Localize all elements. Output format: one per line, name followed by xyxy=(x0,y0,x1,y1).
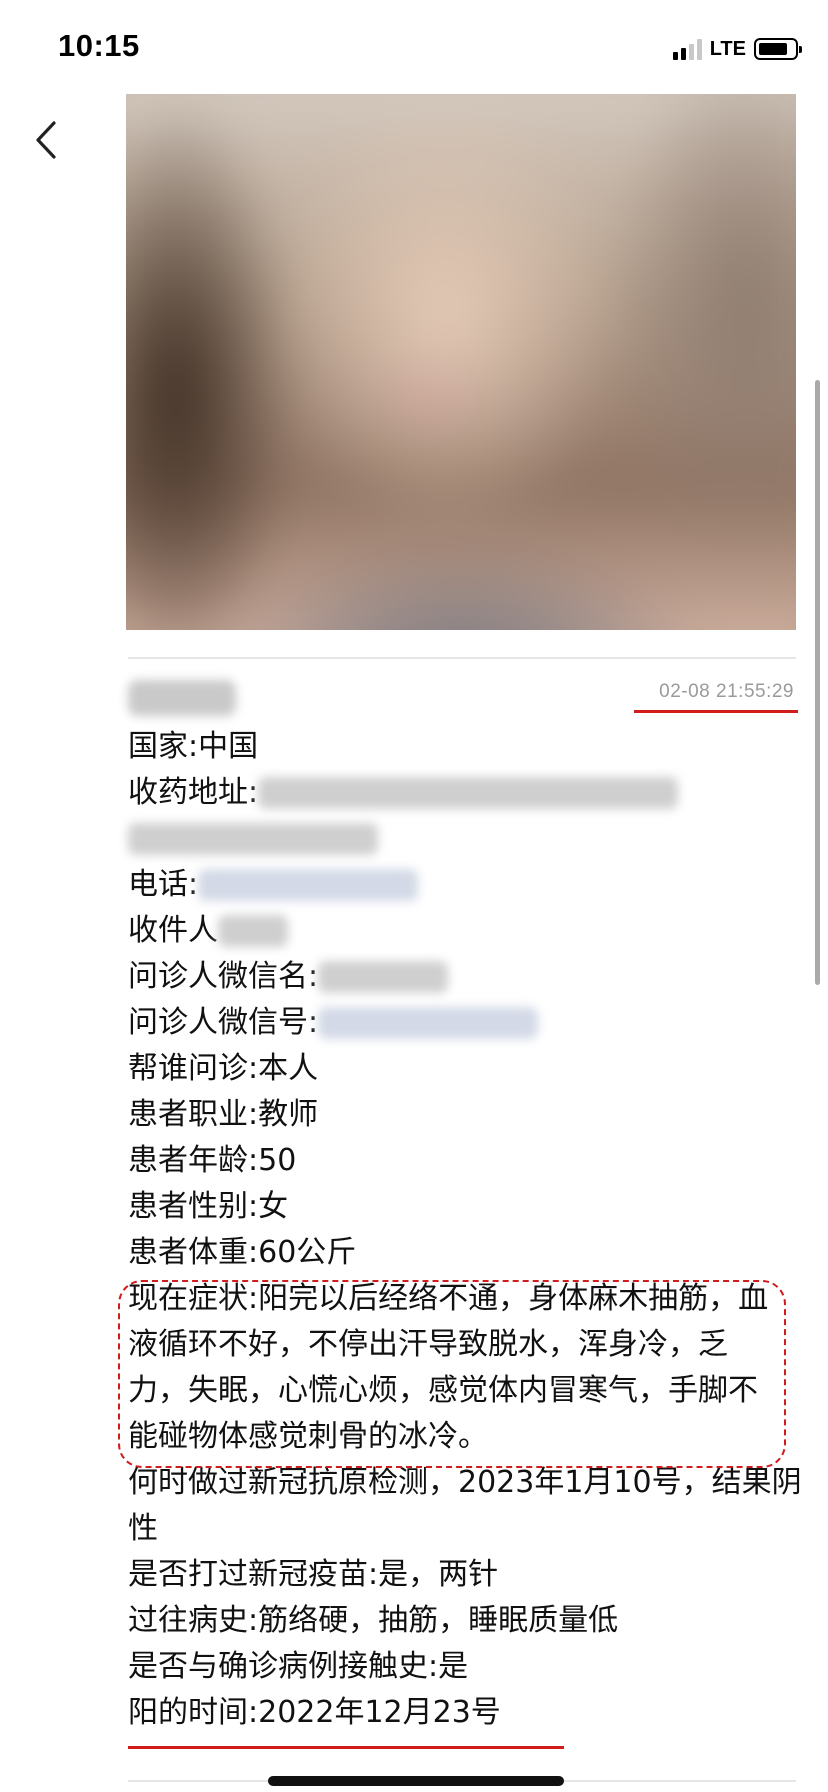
blurred-address xyxy=(258,777,679,809)
wechat-name-line: 问诊人微信名: xyxy=(128,954,808,1000)
address-line-2 xyxy=(128,816,808,862)
occupation-line: 患者职业:教师 xyxy=(128,1097,319,1132)
status-indicators: LTE xyxy=(672,36,802,62)
timestamp-underline xyxy=(634,710,798,713)
positive-date-underline xyxy=(128,1746,564,1749)
positive-date-line: 阳的时间:2022年12月23号 xyxy=(128,1695,501,1730)
blurred-address-cont xyxy=(128,823,378,855)
vaccine-line: 是否打过新冠疫苗:是，两针 xyxy=(128,1557,499,1592)
message-timestamp: 02-08 21:55:29 xyxy=(659,681,794,702)
country-line: 国家:中国 xyxy=(128,729,259,764)
blurred-username xyxy=(128,680,236,716)
blurred-phone xyxy=(198,869,419,901)
home-indicator[interactable] xyxy=(268,1776,564,1786)
consult-for-line: 帮谁问诊:本人 xyxy=(128,1051,319,1086)
age-line: 患者年龄:50 xyxy=(128,1143,297,1178)
weight-line: 患者体重:60公斤 xyxy=(128,1235,357,1270)
back-button[interactable] xyxy=(26,116,66,164)
antigen-test-text: 何时做过新冠抗原检测，2023年1月10号，结果阴性 xyxy=(128,1465,802,1546)
blurred-recipient xyxy=(218,915,288,947)
message-content: 国家:中国 收药地址: 电话: 收件人 问诊人微信名: 问诊人微信号: 帮谁问诊… xyxy=(128,724,808,1736)
blurred-wechat-id xyxy=(318,1007,539,1039)
gender-line: 患者性别:女 xyxy=(128,1189,289,1224)
network-label: LTE xyxy=(709,37,746,60)
blurred-wechat-name xyxy=(318,961,449,993)
chevron-left-icon xyxy=(36,121,56,159)
recipient-line: 收件人 xyxy=(128,908,808,954)
contact-line: 是否与确诊病例接触史:是 xyxy=(128,1649,469,1684)
scroll-indicator[interactable] xyxy=(815,380,820,985)
wechat-id-line: 问诊人微信号: xyxy=(128,1000,808,1046)
symptoms-highlight-box xyxy=(118,1280,786,1468)
blurred-photo[interactable] xyxy=(126,94,796,630)
phone-line: 电话: xyxy=(128,862,808,908)
address-line: 收药地址: xyxy=(128,770,808,816)
history-line: 过往病史:筋络硬，抽筋，睡眠质量低 xyxy=(128,1603,619,1638)
battery-icon xyxy=(754,38,802,60)
status-time: 10:15 xyxy=(58,28,140,63)
divider xyxy=(128,657,796,659)
signal-icon xyxy=(672,38,702,60)
